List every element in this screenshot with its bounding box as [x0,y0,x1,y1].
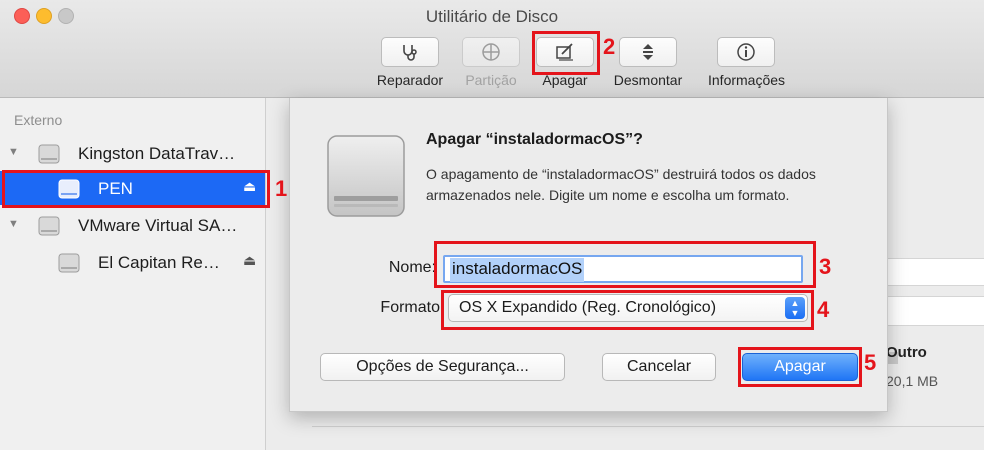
annotation-box-4 [441,290,814,330]
sidebar-item-label: Kingston DataTrav… [78,144,236,163]
annotation-number-2: 2 [603,34,616,59]
info-button-frame[interactable] [717,37,775,67]
sidebar-item-kingston[interactable]: ▼ Kingston DataTrav… [0,136,265,170]
volume-icon [58,253,80,273]
annotation-box-1 [2,170,270,208]
external-drive-icon [327,135,405,217]
unmount-icon [643,44,653,60]
toolbar-unmount-label: Desmontar [613,72,683,88]
annotation-number-4: 4 [817,297,830,322]
other-label: Outro [886,344,927,361]
toolbar-unmount-button[interactable]: Desmontar [610,37,686,88]
annotation-box-5 [738,347,862,387]
disclosure-triangle-icon[interactable]: ▼ [8,218,19,230]
annotation-number-3: 3 [819,254,832,279]
cancel-button[interactable]: Cancelar [602,353,716,381]
sheet-title: Apagar “instaladormacOS”? [426,131,643,148]
background-panel-box [886,296,984,326]
partition-icon [482,43,500,61]
disclosure-triangle-icon[interactable]: ▼ [8,146,19,158]
annotation-number-5: 5 [864,350,877,375]
toolbar-info-label: Informações [708,72,786,88]
repair-button-frame[interactable] [381,37,439,67]
security-options-button[interactable]: Opções de Segurança... [320,353,565,381]
format-label: Formato [380,299,440,316]
sidebar-item-vmware[interactable]: ▼ VMware Virtual SA… [0,208,265,242]
eject-icon[interactable]: ⏏ [243,252,256,269]
partition-button-frame[interactable] [462,37,520,67]
window-title: Utilitário de Disco [425,7,559,26]
stethoscope-icon [403,45,417,61]
annotation-box-2 [532,31,600,75]
sidebar-item-label: VMware Virtual SA… [78,216,238,235]
window-titlebar: Utilitário de Disco Reparador Partição A… [0,0,984,98]
sidebar-item-label: El Capitan Re… [98,253,220,272]
divider [312,426,984,427]
external-disk-icon [38,144,60,164]
unmount-button-frame[interactable] [619,37,677,67]
annotation-number-1: 1 [275,176,288,201]
toolbar-partition-label: Partição [465,72,517,88]
toolbar-repair-label: Reparador [376,72,444,88]
toolbar-repair-button[interactable]: Reparador [372,37,448,88]
sidebar: Externo ▼ Kingston DataTrav… PEN ⏏ ▼ VMw… [0,98,266,450]
toolbar-partition-button[interactable]: Partição [453,37,529,88]
toolbar-info-button[interactable]: Informações [708,37,786,88]
info-icon [737,43,755,61]
name-label: Nome: [388,259,436,276]
annotation-box-3 [434,241,816,288]
background-panel-box [886,258,984,286]
sheet-description: O apagamento de “instaladormacOS” destru… [426,166,816,203]
other-size: 20,1 MB [886,373,939,389]
sidebar-section-external: Externo [14,112,63,128]
sidebar-item-el-capitan[interactable]: El Capitan Re… ⏏ [0,245,265,279]
internal-disk-icon [38,216,60,236]
